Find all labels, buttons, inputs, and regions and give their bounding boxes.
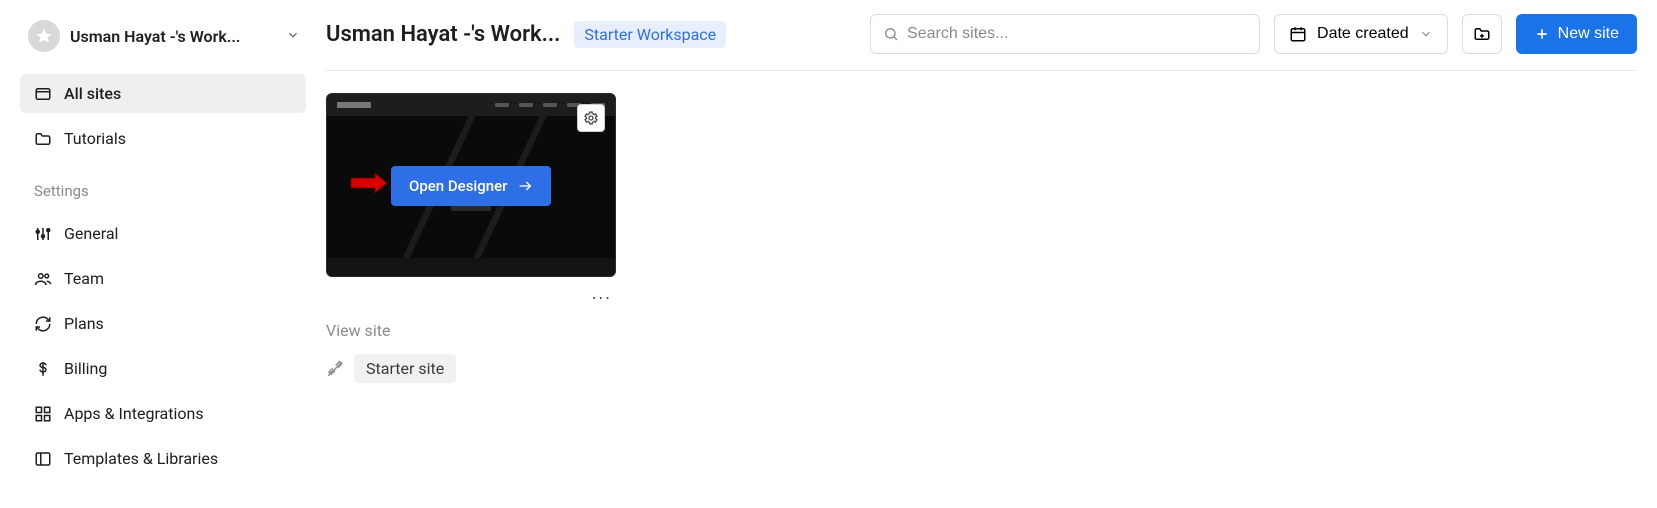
browser-icon [34, 85, 52, 103]
workspace-avatar-icon [28, 20, 60, 52]
search-input[interactable] [907, 25, 1247, 43]
site-settings-button[interactable] [577, 104, 605, 132]
workspace-switcher[interactable]: Usman Hayat -'s Work... [20, 14, 306, 58]
refresh-icon [34, 315, 52, 333]
sidebar-item-label: Templates & Libraries [64, 449, 218, 468]
sort-label: Date created [1317, 25, 1409, 43]
people-icon [34, 270, 52, 288]
grid-icon [34, 405, 52, 423]
sort-button[interactable]: Date created [1274, 14, 1448, 54]
sidebar-item-label: Plans [64, 314, 104, 333]
view-site-link[interactable]: View site [326, 321, 616, 340]
arrow-right-icon [517, 178, 533, 194]
sidebar-item-all-sites[interactable]: All sites [20, 74, 306, 113]
sidebar-item-label: Apps & Integrations [64, 404, 204, 423]
site-thumb-bottombar [327, 258, 615, 276]
sidebar-item-plans[interactable]: Plans [20, 304, 306, 343]
new-folder-button[interactable] [1462, 14, 1502, 54]
workspace-name: Usman Hayat -'s Work... [70, 27, 276, 46]
unpublished-icon [326, 360, 344, 378]
gear-icon [583, 110, 599, 126]
folder-icon [34, 130, 52, 148]
panel-icon [34, 450, 52, 468]
search-box[interactable] [870, 14, 1260, 54]
sidebar-item-general[interactable]: General [20, 214, 306, 253]
page-title: Usman Hayat -'s Work... [326, 22, 560, 47]
plan-badge[interactable]: Starter Workspace [574, 21, 726, 48]
header-bar: Usman Hayat -'s Work... Starter Workspac… [326, 14, 1637, 71]
open-designer-label: Open Designer [409, 177, 507, 195]
sidebar-item-label: General [64, 224, 118, 243]
sidebar-item-templates-libraries[interactable]: Templates & Libraries [20, 439, 306, 478]
new-site-label: New site [1558, 25, 1619, 43]
open-designer-button[interactable]: Open Designer [391, 166, 551, 206]
sidebar-item-tutorials[interactable]: Tutorials [20, 119, 306, 158]
sidebar: Usman Hayat -'s Work... All sites Tutori… [0, 0, 326, 508]
new-site-button[interactable]: New site [1516, 14, 1637, 54]
settings-heading: Settings [20, 164, 306, 208]
chevron-down-icon [1419, 27, 1433, 41]
dollar-icon [34, 360, 52, 378]
sidebar-item-label: Tutorials [64, 129, 126, 148]
search-icon [883, 26, 899, 42]
plus-icon [1534, 26, 1550, 42]
site-name[interactable]: Starter site [354, 354, 456, 383]
sidebar-item-label: Billing [64, 359, 107, 378]
chevron-down-icon [286, 27, 300, 46]
main-area: Usman Hayat -'s Work... Starter Workspac… [326, 0, 1657, 508]
calendar-icon [1289, 25, 1307, 43]
folder-plus-icon [1473, 25, 1491, 43]
sidebar-item-label: All sites [64, 84, 121, 103]
sidebar-item-apps-integrations[interactable]: Apps & Integrations [20, 394, 306, 433]
site-card[interactable]: Open Designer [326, 93, 616, 277]
sliders-icon [34, 225, 52, 243]
sidebar-item-team[interactable]: Team [20, 259, 306, 298]
annotation-arrow-icon [349, 172, 389, 194]
site-card-menu[interactable]: ... [326, 277, 616, 309]
sidebar-item-label: Team [64, 269, 104, 288]
site-thumb-topbar [327, 94, 615, 116]
sidebar-item-billing[interactable]: Billing [20, 349, 306, 388]
